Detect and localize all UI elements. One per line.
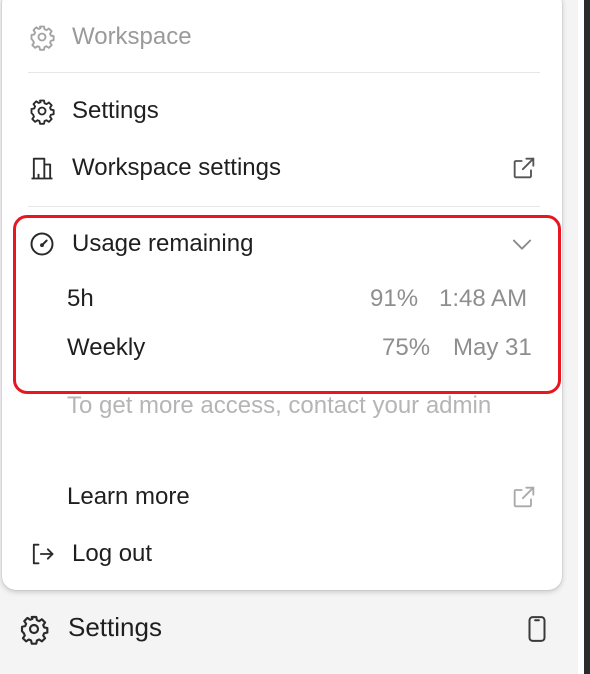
footer-settings[interactable]: Settings: [0, 596, 578, 666]
footer-settings-label: Settings: [68, 612, 162, 642]
usage-highlight-box: [13, 215, 561, 394]
gear-icon: [28, 23, 56, 51]
building-icon: [28, 154, 56, 182]
workspace-settings-menu-item[interactable]: Workspace settings: [2, 153, 562, 183]
workspace-header-label: Workspace: [72, 23, 192, 50]
logout-menu-item[interactable]: Log out: [2, 539, 562, 569]
workspace-settings-label: Workspace settings: [72, 154, 281, 181]
window-edge-inner: [578, 0, 584, 674]
workspace-header: Workspace: [2, 22, 562, 52]
learn-more-link[interactable]: Learn more: [2, 482, 562, 512]
logout-label: Log out: [72, 540, 153, 567]
logout-icon: [28, 540, 56, 568]
divider: [28, 206, 540, 207]
divider: [28, 72, 540, 73]
gear-icon: [18, 613, 50, 645]
external-link-icon: [510, 483, 538, 511]
settings-menu-item[interactable]: Settings: [2, 96, 562, 126]
gear-icon: [28, 97, 56, 125]
learn-more-label: Learn more: [67, 483, 190, 510]
external-link-icon: [510, 154, 538, 182]
phone-icon[interactable]: [522, 613, 552, 645]
settings-label: Settings: [72, 97, 159, 124]
